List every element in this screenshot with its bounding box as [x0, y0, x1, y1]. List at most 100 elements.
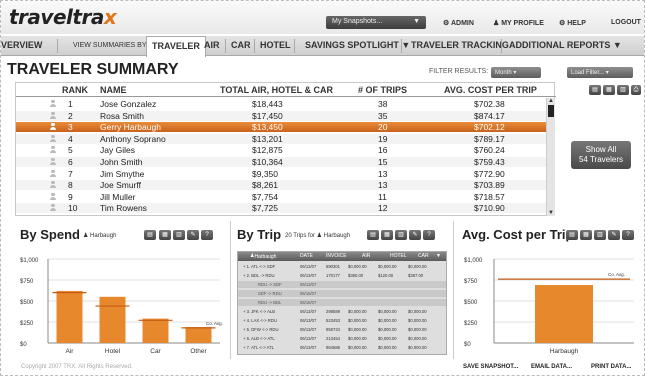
col-name[interactable]: NAME [100, 85, 127, 95]
chart-icon[interactable]: ▥ [395, 230, 407, 240]
trips-cell: 20 [378, 122, 388, 133]
grid-icon[interactable]: ▦ [603, 85, 615, 95]
trip-row[interactable]: + 7. ATL <-> ATL 06/13/07 964586 $0,000.00 $… [238, 344, 446, 351]
trip-row[interactable]: + 4. LAX <-> RDU 06/13/07 523453 $0,000.00 $… [238, 317, 446, 324]
tab-car[interactable]: CAR [231, 40, 251, 50]
chart-icon[interactable]: ▥ [173, 230, 185, 240]
trips-cell: 16 [378, 145, 388, 156]
table-row[interactable]: 1 Jose Gonzalez $18,443 38 $702.38 [16, 99, 546, 109]
col-total[interactable]: TOTAL AIR, HOTEL & CAR [220, 85, 333, 95]
grid-icon[interactable]: ▦ [580, 230, 592, 240]
view-by-label: VIEW SUMMARIES BY: [73, 42, 149, 49]
table-row[interactable]: 10 Tim Rowens $7,725 12 $710.90 [16, 203, 546, 214]
grid-icon[interactable]: ▦ [159, 230, 171, 240]
table-row[interactable]: 3 Gerry Harbaugh $13,450 20 $702.12 [16, 122, 546, 133]
trip-row[interactable]: + 5. DFW <-> RDU 06/13/07 958734 $0,000.00 $… [238, 326, 446, 333]
y-tick-label: $750 [464, 279, 478, 285]
snapshots-dropdown[interactable]: My Snapshots... ▼ [326, 16, 426, 29]
table-row[interactable]: 7 Jim Smythe $9,350 13 $772.90 [16, 169, 546, 179]
col-rank[interactable]: RANK [62, 85, 88, 95]
table-row[interactable]: 6 John Smith $10,364 15 $759.43 [16, 157, 546, 167]
trip-date-cell: 06/13/07 [300, 309, 317, 314]
edit-icon[interactable]: ✎ [409, 230, 421, 240]
export-icon[interactable]: ▤ [367, 230, 379, 240]
person-icon [50, 204, 56, 212]
avg-cost-chart: $1,000 $750 $500 $250 $0 Co. Avg. Harbaugh [464, 258, 634, 355]
tab-overview[interactable]: VERVIEW [1, 40, 42, 50]
table-row[interactable]: 4 Anthony Soprano $13,201 19 $789.17 [16, 133, 546, 144]
help-link[interactable]: ⚙ HELP [559, 19, 586, 27]
table-row[interactable]: 8 Joe Smurff $8,261 13 $703.89 [16, 180, 546, 191]
avg-cell: $874.17 [474, 110, 505, 121]
person-icon [50, 111, 56, 119]
scroll-up-icon[interactable]: ▲ [548, 98, 554, 104]
col-avg[interactable]: AVG. COST PER TRIP [444, 85, 537, 95]
table-row[interactable]: 5 Jay Giles $12,875 16 $760.24 [16, 145, 546, 155]
save-snapshot-link[interactable]: SAVE SNAPSHOT... [463, 364, 518, 370]
table-scrollbar[interactable]: ▲ ▼ [546, 98, 555, 216]
month-filter-dropdown[interactable]: Month ▾ [491, 67, 541, 78]
filter-label: FILTER RESULTS: [429, 68, 489, 75]
edit-icon[interactable]: ✎ [608, 230, 620, 240]
print-data-link[interactable]: PRINT DATA... [591, 364, 631, 370]
trip-row[interactable]: RDU -> BDL 06/16/07 [238, 299, 446, 306]
trip-row[interactable]: + 3. JFK <-> ALB 06/13/07 298589 $0,000.00 $… [238, 308, 446, 315]
export-icon[interactable]: ▤ [144, 230, 156, 240]
savings-spotlight-menu[interactable]: SAVINGS SPOTLIGHT ▼ [305, 40, 410, 50]
rank-cell: 4 [68, 133, 73, 144]
help-icon[interactable]: ? [622, 230, 634, 240]
export-icon[interactable]: ▤ [589, 85, 601, 95]
x-tick-label: Other [190, 348, 207, 355]
bar[interactable] [185, 327, 212, 343]
edit-icon[interactable]: ✎ [187, 230, 199, 240]
traveler-tracking-menu[interactable]: TRAVELER TRACKING [411, 40, 509, 50]
table-row[interactable]: 2 Rosa Smith $17,450 35 $874.17 [16, 110, 546, 121]
trip-row[interactable]: SDF -> RDU 06/16/07 [238, 290, 446, 297]
trip-trip-cell: SDF -> RDU [258, 291, 282, 296]
total-cell: $13,201 [252, 133, 283, 144]
bar[interactable] [56, 290, 83, 343]
tab-hotel[interactable]: HOTEL [260, 40, 291, 50]
page-title: TRAVELER SUMMARY [7, 61, 179, 78]
additional-reports-menu[interactable]: ADDITIONAL REPORTS ▼ [509, 40, 622, 50]
trip-row[interactable]: + 2. BDL -> RDU 06/13/07 170177 $380.00 $120… [238, 272, 446, 279]
tab-air[interactable]: AIR [204, 40, 220, 50]
load-filter-dropdown[interactable]: Load Filter... ▾ [567, 67, 633, 78]
table-row[interactable]: 9 Jill Muller $7,754 11 $718.57 [16, 192, 546, 202]
bar[interactable] [99, 296, 126, 343]
bar[interactable] [142, 318, 169, 343]
trip-date-cell: 06/16/07 [300, 291, 317, 296]
table-header: RANK NAME TOTAL AIR, HOTEL & CAR # OF TR… [16, 83, 556, 97]
rank-cell: 5 [68, 145, 73, 156]
name-cell: Tim Rowens [100, 203, 147, 214]
trip-trip-cell: + 5. DFW <-> RDU [243, 327, 279, 332]
trips-cell: 19 [378, 133, 388, 144]
col-trips[interactable]: # OF TRIPS [358, 85, 407, 95]
trip-trip-cell: RDU -> SDF [258, 282, 282, 287]
scroll-thumb[interactable] [548, 105, 554, 117]
trip-car-cell: $0,000.00 [408, 318, 427, 323]
grid-icon[interactable]: ▦ [381, 230, 393, 240]
help-icon[interactable]: ? [423, 230, 435, 240]
trip-date-cell: 06/13/07 [300, 282, 317, 287]
trip-row[interactable]: + 6. ALB <-> ATL 06/13/07 213454 $0,000.00 $… [238, 335, 446, 342]
email-data-link[interactable]: EMAIL DATA... [531, 364, 572, 370]
tab-traveler[interactable]: TRAVELER [146, 36, 206, 57]
show-all-button[interactable]: Show All 54 Travelers [571, 141, 631, 169]
chart-icon[interactable]: ▥ [594, 230, 606, 240]
chart-icon[interactable]: ▥ [617, 85, 629, 95]
bar[interactable] [535, 285, 593, 343]
export-icon[interactable]: ▤ [566, 230, 578, 240]
x-tick-label: Harbaugh [550, 348, 579, 355]
scroll-down-icon[interactable]: ▼ [548, 210, 554, 216]
print-icon[interactable]: ⎙ [631, 85, 641, 95]
logout-link[interactable]: LOGOUT [611, 19, 641, 26]
logo[interactable]: traveltrax [9, 5, 117, 29]
trip-row[interactable]: RDU -> SDF 06/13/07 [238, 281, 446, 288]
name-cell: Joe Smurff [100, 180, 141, 191]
my-profile-link[interactable]: ♟ MY PROFILE [493, 19, 544, 27]
admin-link[interactable]: ⚙ ADMIN [443, 19, 474, 27]
help-icon[interactable]: ? [201, 230, 213, 240]
trip-row[interactable]: + 1. ATL <-> SDF 06/13/07 690301 $0,000.00 $… [238, 263, 446, 270]
trip-trip-cell: + 1. ATL <-> SDF [243, 264, 276, 269]
